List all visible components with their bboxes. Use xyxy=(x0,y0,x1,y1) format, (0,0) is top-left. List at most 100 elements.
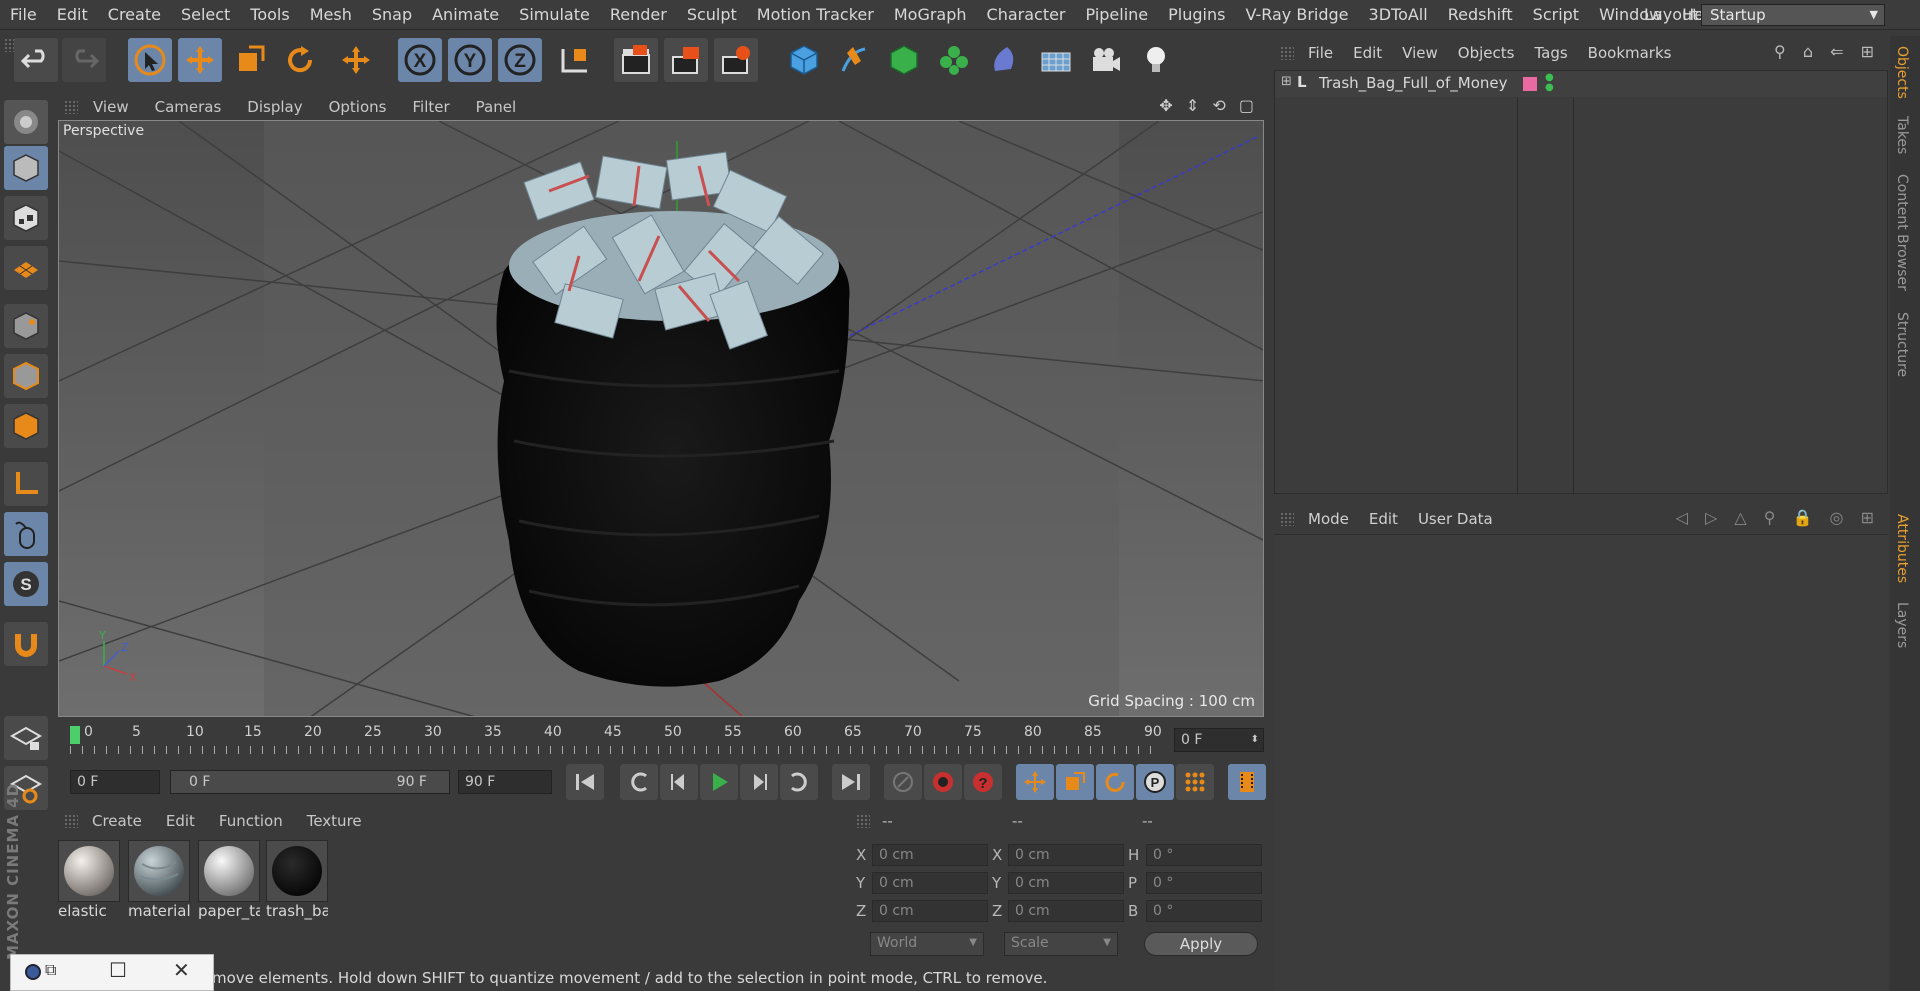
material-swatch[interactable]: elastic xyxy=(58,840,120,920)
tab-objects[interactable]: Objects xyxy=(1894,46,1910,99)
expand-icon[interactable]: ⊞ xyxy=(1281,74,1292,89)
menu-select[interactable]: Select xyxy=(171,0,240,30)
goto-start-button[interactable] xyxy=(566,764,604,800)
floor-button[interactable] xyxy=(1034,38,1078,82)
render-picture-viewer-button[interactable] xyxy=(664,38,708,82)
pen-spline-button[interactable] xyxy=(832,38,876,82)
attributes-toolbar-icons[interactable]: ◁ ▷ △ ⚲ 🔒 ◎ ⊞ xyxy=(1676,508,1880,527)
material-swatch[interactable]: material xyxy=(128,840,190,920)
close-icon[interactable]: ✕ xyxy=(173,958,190,982)
minimized-window-bar[interactable]: ⧉ ☐ ✕ xyxy=(10,954,214,991)
attributes-menu-user-data[interactable]: User Data xyxy=(1408,510,1503,528)
locked-workplane-button[interactable] xyxy=(4,716,48,760)
maximize-icon[interactable]: ☐ xyxy=(109,958,127,982)
material-swatch[interactable]: trash_ba xyxy=(266,840,328,920)
x-axis-button[interactable]: X xyxy=(398,38,442,82)
rotation-p-field[interactable]: 0 ° xyxy=(1146,872,1262,894)
goto-end-button[interactable] xyxy=(832,764,870,800)
transform-tool-button[interactable] xyxy=(334,38,378,82)
material-menu-texture[interactable]: Texture xyxy=(295,812,374,830)
move-tool-button[interactable] xyxy=(178,38,222,82)
viewport-menu-cameras[interactable]: Cameras xyxy=(142,98,235,116)
object-menu-bookmarks[interactable]: Bookmarks xyxy=(1578,44,1682,62)
y-axis-button[interactable]: Y xyxy=(448,38,492,82)
tab-attributes[interactable]: Attributes xyxy=(1894,514,1910,583)
current-frame-field[interactable]: 0 F ⬍ xyxy=(1174,728,1264,752)
cloner-button[interactable] xyxy=(932,38,976,82)
menu-simulate[interactable]: Simulate xyxy=(509,0,600,30)
texture-mode-button[interactable] xyxy=(4,196,48,240)
workplane-button[interactable] xyxy=(4,246,48,290)
viewport-menu-options[interactable]: Options xyxy=(316,98,400,116)
object-menu-tags[interactable]: Tags xyxy=(1524,44,1577,62)
material-menu-function[interactable]: Function xyxy=(207,812,295,830)
menu-render[interactable]: Render xyxy=(600,0,677,30)
visibility-dots-icon[interactable]: ● ● xyxy=(1545,73,1554,93)
position-y-field[interactable]: 0 cm xyxy=(872,872,988,894)
material-menu-create[interactable]: Create xyxy=(80,812,154,830)
menu-vray-bridge[interactable]: V-Ray Bridge xyxy=(1235,0,1358,30)
parameter-key-button[interactable]: P xyxy=(1136,764,1174,800)
menu-mograph[interactable]: MoGraph xyxy=(884,0,977,30)
menu-pipeline[interactable]: Pipeline xyxy=(1076,0,1159,30)
snap-button[interactable] xyxy=(4,622,48,666)
object-manager-toolbar-icons[interactable]: ⚲ ⌂ ⇐ ⊞ xyxy=(1774,42,1880,61)
play-button[interactable] xyxy=(700,764,738,800)
material-menu-edit[interactable]: Edit xyxy=(154,812,207,830)
light-button[interactable] xyxy=(1134,38,1178,82)
viewport-camera-label[interactable]: Perspective xyxy=(63,123,144,139)
render-view-button[interactable] xyxy=(614,38,658,82)
solo-button[interactable]: S xyxy=(4,562,48,606)
rotate-tool-button[interactable] xyxy=(278,38,322,82)
tab-layers[interactable]: Layers xyxy=(1894,602,1910,648)
subdivision-surface-button[interactable] xyxy=(882,38,926,82)
restore-icon[interactable]: ⧉ xyxy=(45,960,56,980)
tab-content-browser[interactable]: Content Browser xyxy=(1894,174,1910,291)
apply-button[interactable]: Apply xyxy=(1144,932,1258,956)
render-settings-button[interactable] xyxy=(714,38,758,82)
size-z-field[interactable]: 0 cm xyxy=(1008,900,1124,922)
menu-create[interactable]: Create xyxy=(98,0,171,30)
menu-snap[interactable]: Snap xyxy=(362,0,422,30)
previous-frame-button[interactable] xyxy=(660,764,698,800)
position-key-button[interactable] xyxy=(1016,764,1054,800)
object-menu-view[interactable]: View xyxy=(1392,44,1448,62)
start-frame-field[interactable]: 0 F xyxy=(70,770,160,794)
menu-motion-tracker[interactable]: Motion Tracker xyxy=(747,0,884,30)
layout-select[interactable]: Startup ▼ xyxy=(1701,4,1885,26)
viewport-menu-display[interactable]: Display xyxy=(234,98,315,116)
previous-key-button[interactable] xyxy=(620,764,658,800)
position-z-field[interactable]: 0 cm xyxy=(872,900,988,922)
next-key-button[interactable] xyxy=(780,764,818,800)
attributes-menu-mode[interactable]: Mode xyxy=(1298,510,1359,528)
object-row[interactable]: ⊞ L Trash_Bag_Full_of_Money ● ● xyxy=(1275,71,1887,97)
coordinate-space-select[interactable]: World ▼ xyxy=(870,932,984,956)
menu-redshift[interactable]: Redshift xyxy=(1438,0,1523,30)
position-x-field[interactable]: 0 cm xyxy=(872,844,988,866)
autokey-button[interactable] xyxy=(924,764,962,800)
object-menu-edit[interactable]: Edit xyxy=(1343,44,1392,62)
size-x-field[interactable]: 0 cm xyxy=(1008,844,1124,866)
camera-button[interactable] xyxy=(1084,38,1128,82)
viewport-menu-view[interactable]: View xyxy=(80,98,142,116)
next-frame-button[interactable] xyxy=(740,764,778,800)
live-selection-button[interactable] xyxy=(128,38,172,82)
polygons-mode-button[interactable] xyxy=(4,404,48,448)
axis-mode-button[interactable] xyxy=(4,462,48,506)
tweak-mode-button[interactable] xyxy=(4,512,48,556)
deformer-button[interactable] xyxy=(982,38,1026,82)
edges-mode-button[interactable] xyxy=(4,354,48,398)
timeline-playhead[interactable] xyxy=(70,726,80,744)
size-y-field[interactable]: 0 cm xyxy=(1008,872,1124,894)
keyframe-selection-button[interactable]: ? xyxy=(964,764,1002,800)
timeline-ruler[interactable]: 0 5 10 15 20 25 30 35 40 45 50 55 60 65 … xyxy=(58,720,1264,760)
viewport-menu-filter[interactable]: Filter xyxy=(399,98,462,116)
viewport-nav-icons[interactable]: ✥ ⇕ ⟲ ▢ xyxy=(1159,96,1258,115)
menu-3dtoall[interactable]: 3DToAll xyxy=(1359,0,1438,30)
material-swatch[interactable]: paper_ta xyxy=(198,840,260,920)
menu-plugins[interactable]: Plugins xyxy=(1158,0,1235,30)
attributes-menu-edit[interactable]: Edit xyxy=(1359,510,1408,528)
layer-color-swatch[interactable] xyxy=(1523,77,1537,91)
scale-tool-button[interactable] xyxy=(228,38,272,82)
tab-takes[interactable]: Takes xyxy=(1894,116,1910,154)
